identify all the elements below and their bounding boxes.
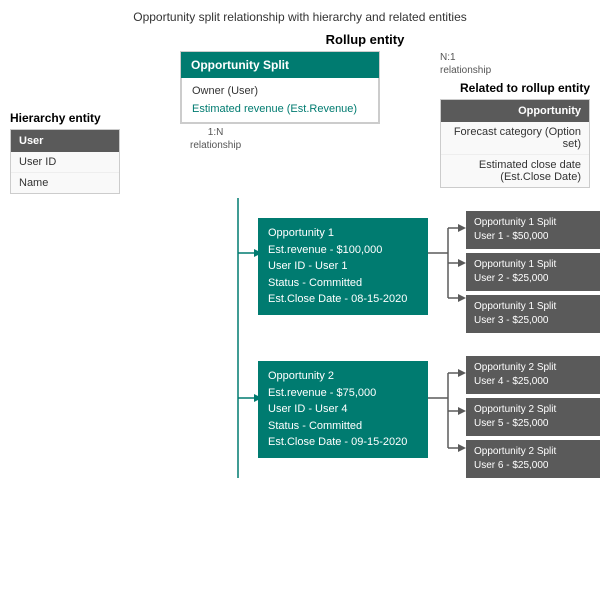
rollup-label: Rollup entity [140,32,590,47]
splits-group1: Opportunity 1 Split User 1 - $50,000 Opp… [466,211,600,333]
page: Opportunity split relationship with hier… [0,0,600,610]
opp2-line2: User ID - User 4 [268,401,418,418]
hierarchy-field-0: User ID [11,152,119,173]
hierarchy-label: Hierarchy entity [10,111,130,125]
split2-1-line2: User 5 - $25,000 [474,417,598,431]
hierarchy-body: User ID Name [11,152,119,193]
split1-1-line2: User 2 - $25,000 [474,272,598,286]
related-box: Opportunity Forecast category (Option se… [440,99,590,188]
hierarchy-header: User [11,130,119,152]
opp2-content: Opportunity 2 Est.revenue - $75,000 User… [258,361,428,458]
related-section: N:1 relationship Related to rollup entit… [430,51,590,188]
rollup-box-body: Owner (User) Estimated revenue (Est.Reve… [181,78,379,123]
split1-0-line1: Opportunity 1 Split [474,216,598,230]
split1-0: Opportunity 1 Split User 1 - $50,000 [466,211,600,249]
split2-0-line1: Opportunity 2 Split [474,361,598,375]
center-area: Opportunity Split Owner (User) Estimated… [130,51,430,152]
split1-1-line1: Opportunity 1 Split [474,258,598,272]
split2-0-line2: User 4 - $25,000 [474,375,598,389]
opp1-content: Opportunity 1 Est.revenue - $100,000 Use… [258,218,428,315]
rel-label-left: 1:N relationship [190,126,241,152]
split2-2-line2: User 6 - $25,000 [474,459,598,473]
related-header: Opportunity [441,100,589,122]
opp1-line3: Status - Committed [268,275,418,292]
opp2-line3: Status - Committed [268,418,418,435]
related-body: Forecast category (Option set) Estimated… [441,122,589,187]
rel-label-right: N:1 relationship [440,51,590,77]
hierarchy-field-1: Name [11,173,119,193]
related-label: Related to rollup entity [430,81,590,95]
split2-0: Opportunity 2 Split User 4 - $25,000 [466,356,600,394]
rollup-field-1: Estimated revenue (Est.Revenue) [192,100,368,118]
opp1-line0: Opportunity 1 [268,225,418,242]
opp1-line1: Est.revenue - $100,000 [268,242,418,259]
rollup-box: Opportunity Split Owner (User) Estimated… [180,51,380,124]
rollup-box-header: Opportunity Split [181,52,379,78]
rollup-field-0: Owner (User) [192,82,368,100]
split1-2: Opportunity 1 Split User 3 - $25,000 [466,295,600,333]
opp1-line4: Est.Close Date - 08-15-2020 [268,291,418,308]
related-field-1: Estimated close date (Est.Close Date) [441,155,589,187]
bottom-diagram: Opportunity 1 Est.revenue - $100,000 Use… [10,198,590,508]
opp2-line0: Opportunity 2 [268,368,418,385]
opp2-line1: Est.revenue - $75,000 [268,385,418,402]
splits-group2: Opportunity 2 Split User 4 - $25,000 Opp… [466,356,600,478]
split1-2-line2: User 3 - $25,000 [474,314,598,328]
page-title: Opportunity split relationship with hier… [10,10,590,24]
split1-1: Opportunity 1 Split User 2 - $25,000 [466,253,600,291]
opp2-box: Opportunity 2 Est.revenue - $75,000 User… [258,361,428,458]
split2-2-line1: Opportunity 2 Split [474,445,598,459]
split1-2-line1: Opportunity 1 Split [474,300,598,314]
hierarchy-box: User User ID Name [10,129,120,194]
split2-1-line1: Opportunity 2 Split [474,403,598,417]
split1-0-line2: User 1 - $50,000 [474,230,598,244]
opp1-box: Opportunity 1 Est.revenue - $100,000 Use… [258,218,428,315]
opp2-line4: Est.Close Date - 09-15-2020 [268,434,418,451]
split2-1: Opportunity 2 Split User 5 - $25,000 [466,398,600,436]
hierarchy-section: Hierarchy entity User User ID Name [10,51,130,194]
related-field-0: Forecast category (Option set) [441,122,589,155]
opp1-line2: User ID - User 1 [268,258,418,275]
split2-2: Opportunity 2 Split User 6 - $25,000 [466,440,600,478]
